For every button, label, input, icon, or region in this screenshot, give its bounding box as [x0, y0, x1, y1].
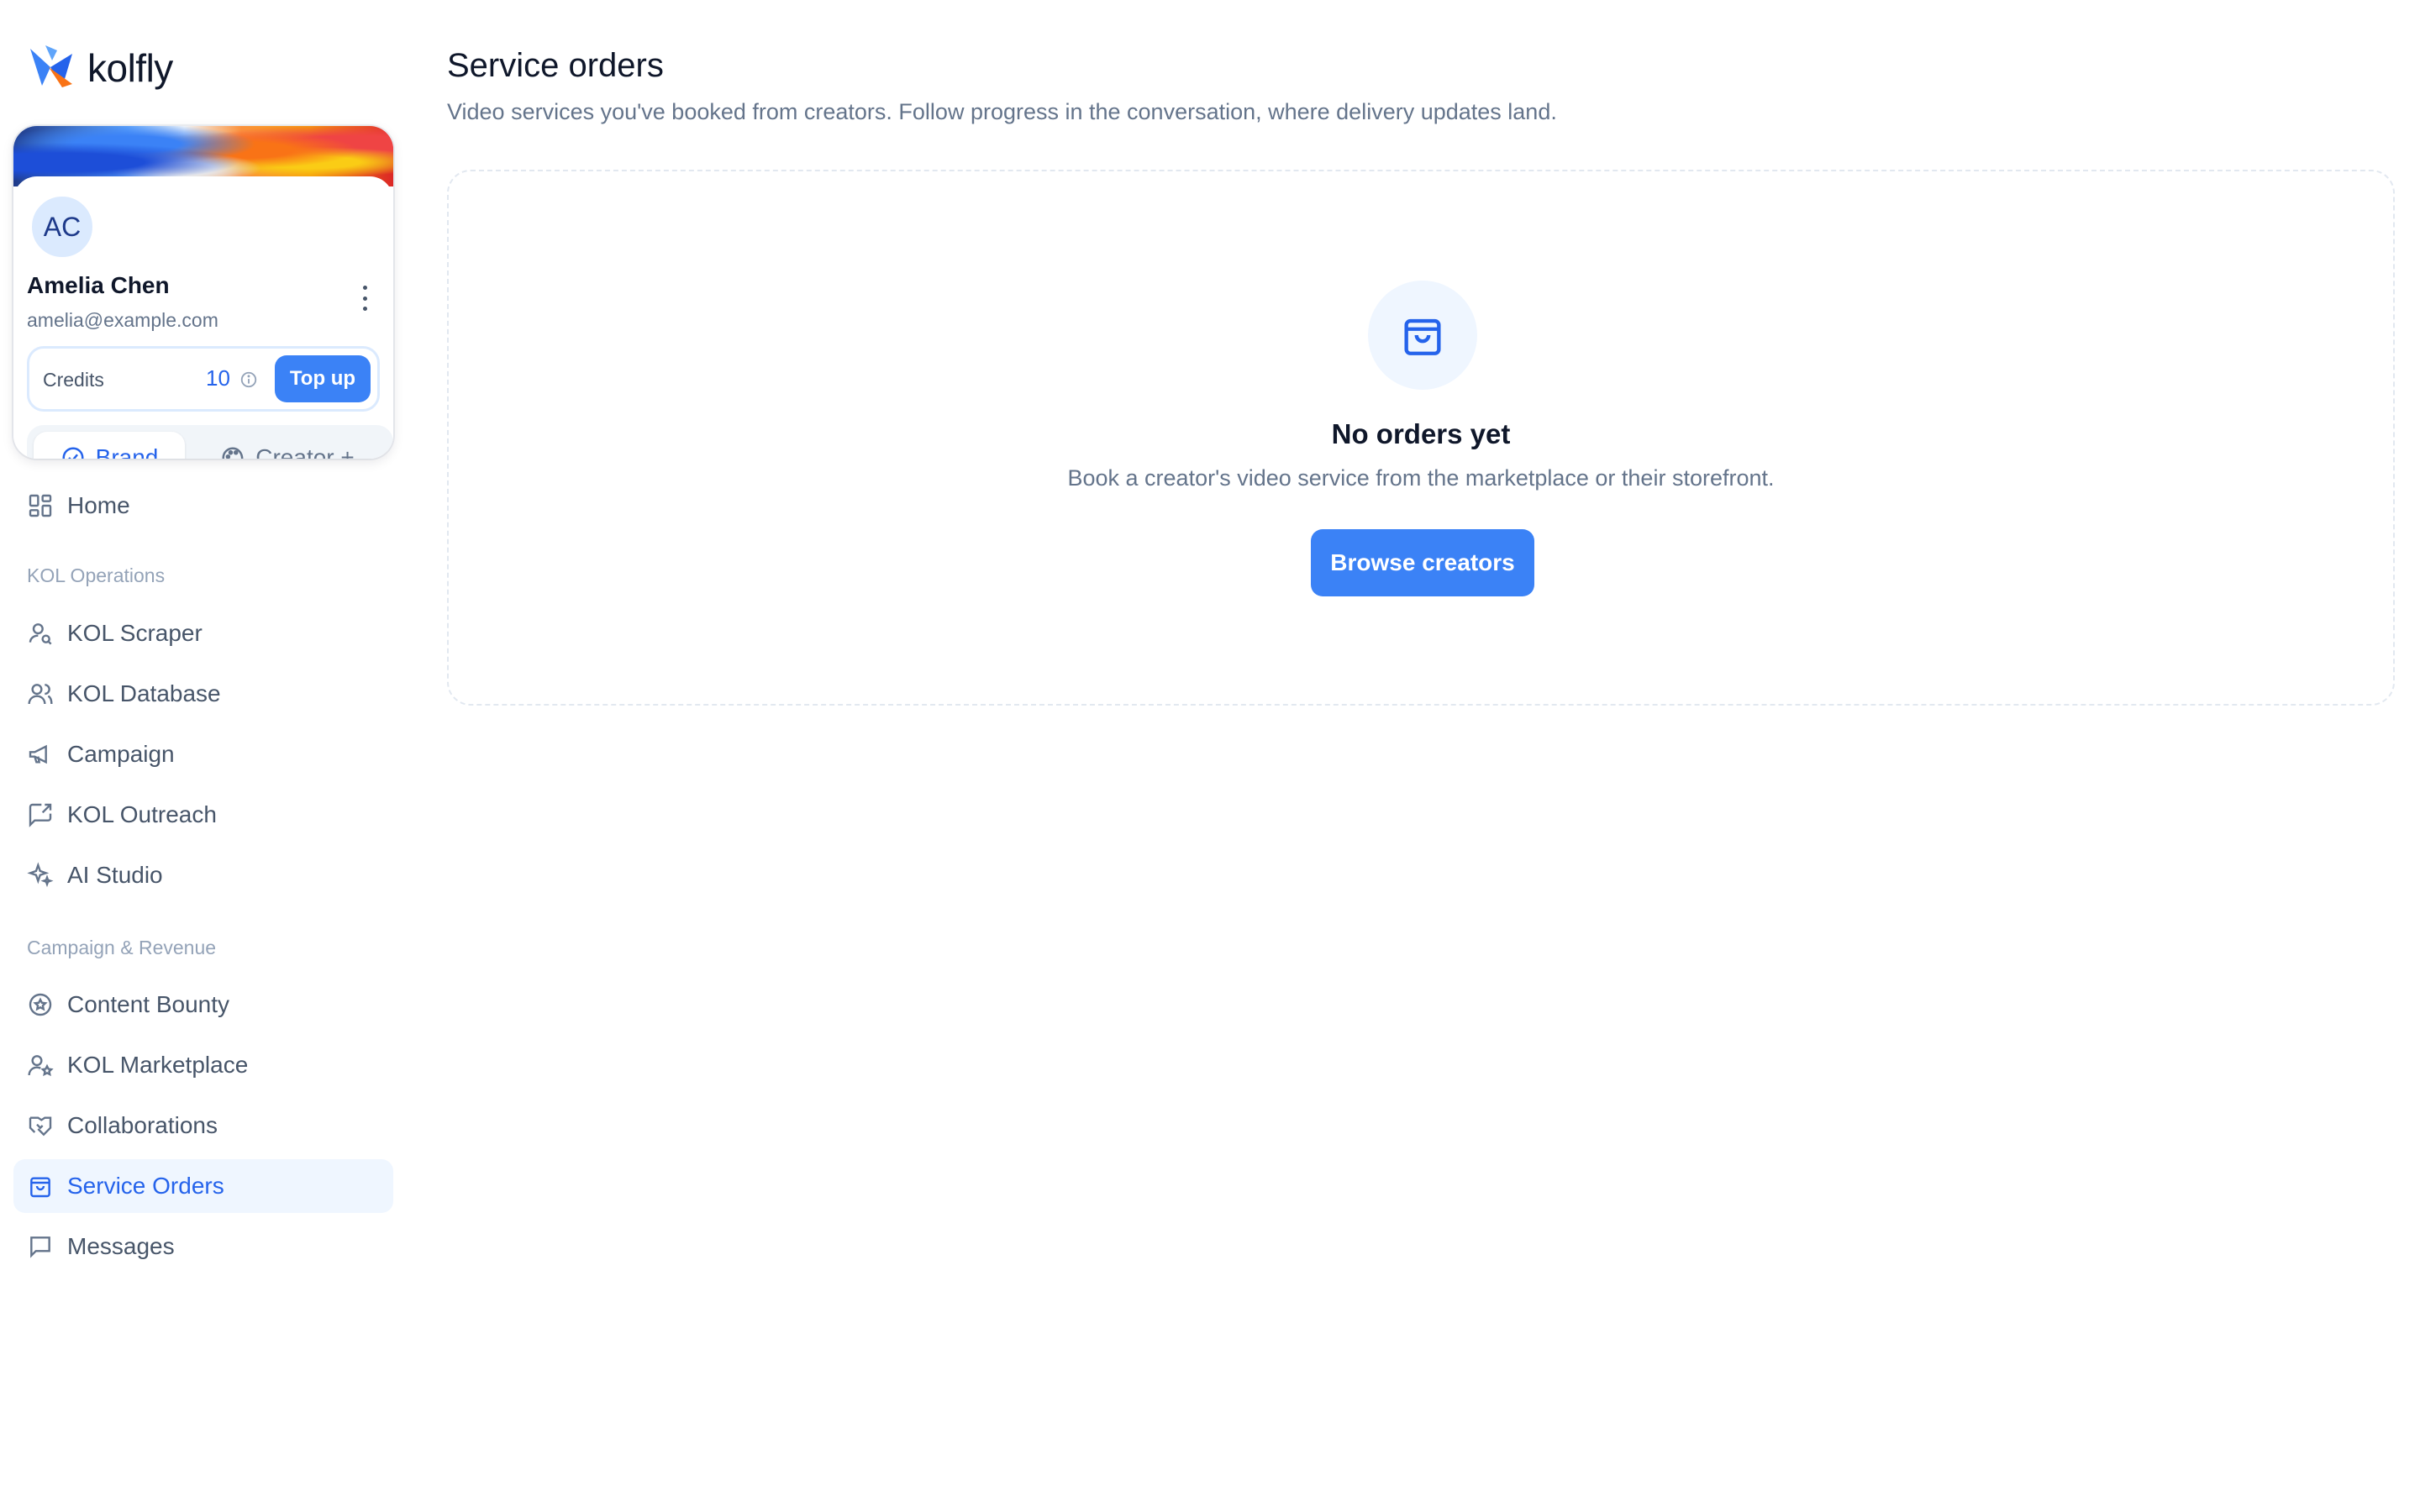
kolfly-logo-icon	[30, 45, 72, 87]
nav-item-kol-outreach[interactable]: KOL Outreach	[13, 788, 393, 842]
empty-state-panel: No orders yet Book a creator's video ser…	[447, 170, 2395, 706]
role-brand-label: Brand	[95, 444, 159, 459]
sparkles-icon	[27, 862, 54, 888]
nav-item-messages[interactable]: Messages	[13, 1220, 393, 1273]
more-options-icon[interactable]	[356, 286, 373, 311]
nav-item-collaborations[interactable]: Collaborations	[13, 1099, 393, 1152]
handshake-icon	[29, 1116, 52, 1137]
browse-creators-button[interactable]: Browse creators	[1311, 529, 1534, 596]
nav-item-kol-scraper[interactable]: KOL Scraper	[13, 606, 393, 660]
role-creator-tab[interactable]: Creator +	[195, 432, 380, 459]
top-up-button[interactable]: Top up	[275, 355, 371, 402]
nav-item-campaign[interactable]: Campaign	[13, 727, 393, 781]
shopping-bag-icon	[30, 1177, 50, 1198]
user-email: amelia@example.com	[27, 309, 218, 331]
shopping-bag-icon	[1404, 318, 1441, 355]
app: kolfly AC Amelia Chen amelia@example.com…	[0, 0, 2420, 1512]
role-creator-label: Creator +	[255, 444, 355, 459]
profile-card: AC Amelia Chen amelia@example.com Credit…	[13, 126, 393, 459]
nav-label-messages: Messages	[67, 1233, 175, 1259]
role-brand-tab[interactable]: Brand	[34, 432, 185, 459]
empty-state-description: Book a creator's video service from the …	[1067, 465, 1775, 491]
palette-icon	[222, 447, 244, 459]
nav-label-content-bounty: Content Bounty	[67, 991, 230, 1017]
nav-label-kol-database: KOL Database	[67, 680, 221, 706]
message-square-icon	[30, 1236, 50, 1258]
credits-label: Credits	[43, 369, 104, 391]
megaphone-icon	[29, 744, 47, 764]
empty-state-icon-wrap	[1368, 281, 1477, 390]
nav-section-campaign-revenue: Campaign & Revenue	[27, 937, 217, 958]
dashboard-icon	[29, 494, 52, 517]
credits-value: 10	[206, 365, 230, 391]
badge-check-icon	[62, 447, 84, 459]
nav-label-campaign: Campaign	[67, 741, 175, 767]
profile-card-body: AC Amelia Chen amelia@example.com Credit…	[13, 176, 393, 459]
nav-label-collaborations: Collaborations	[67, 1112, 218, 1138]
nav-item-home[interactable]: Home	[13, 479, 393, 533]
users-icon	[28, 684, 53, 705]
nav-label-home: Home	[67, 492, 130, 518]
avatar[interactable]: AC	[29, 193, 96, 260]
message-arrow-icon	[29, 803, 52, 827]
nav-label-ai-studio: AI Studio	[67, 862, 163, 888]
nav-item-ai-studio[interactable]: AI Studio	[13, 848, 393, 902]
award-badge-icon	[29, 993, 52, 1016]
logo[interactable]: kolfly	[25, 42, 173, 94]
sidebar: kolfly AC Amelia Chen amelia@example.com…	[0, 0, 402, 1512]
nav-item-service-orders[interactable]: Service Orders	[13, 1159, 393, 1213]
page-title: Service orders	[447, 47, 664, 84]
info-icon[interactable]	[239, 370, 258, 389]
nav-item-content-bounty[interactable]: Content Bounty	[13, 978, 393, 1032]
user-star-icon	[28, 1055, 54, 1077]
nav-section-kol-operations: KOL Operations	[27, 564, 166, 586]
user-name: Amelia Chen	[27, 272, 170, 298]
nav-item-kol-marketplace[interactable]: KOL Marketplace	[13, 1038, 393, 1092]
nav-label-kol-marketplace: KOL Marketplace	[67, 1052, 249, 1078]
nav-label-service-orders: Service Orders	[67, 1173, 224, 1199]
page-subtitle: Video services you've booked from creato…	[447, 99, 1557, 124]
logo-text: kolfly	[87, 46, 173, 90]
nav-item-kol-database[interactable]: KOL Database	[13, 667, 393, 721]
nav-label-kol-outreach: KOL Outreach	[67, 801, 217, 827]
role-switch: Brand Creator +	[27, 425, 393, 459]
empty-state-title: No orders yet	[1331, 418, 1511, 449]
credits-box: Credits 10 Top up	[27, 346, 380, 412]
user-search-icon	[29, 623, 52, 645]
nav-label-kol-scraper: KOL Scraper	[67, 620, 203, 646]
